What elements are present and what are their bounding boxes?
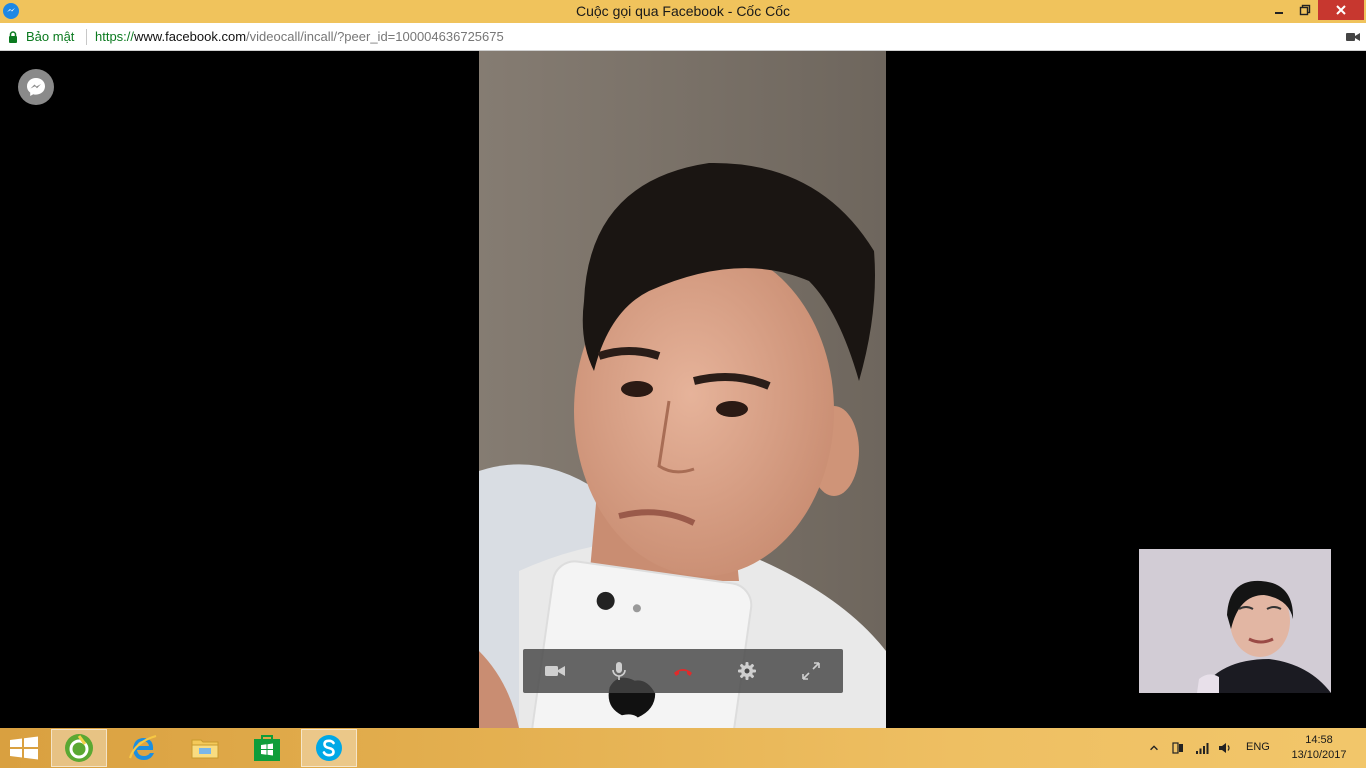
lock-icon	[9, 31, 17, 43]
taskbar: ENG 14:58 13/10/2017	[0, 728, 1366, 768]
camera-icon[interactable]	[1346, 32, 1360, 42]
fullscreen-button[interactable]	[799, 659, 823, 683]
restore-button[interactable]	[1292, 0, 1318, 20]
tray-volume[interactable]	[1218, 728, 1234, 768]
taskbar-file-explorer[interactable]	[177, 729, 233, 767]
speaker-icon	[1219, 743, 1230, 753]
video-toggle-button[interactable]	[543, 659, 567, 683]
taskbar-skype[interactable]	[301, 729, 357, 767]
url-text[interactable]: https://www.facebook.com/videocall/incal…	[95, 29, 504, 44]
chevron-up-icon	[1150, 745, 1158, 751]
self-participant-image	[1139, 549, 1331, 693]
clock-date: 13/10/2017	[1291, 749, 1347, 761]
microphone-icon	[612, 662, 626, 680]
folder-icon	[191, 739, 219, 759]
url-domain: www.facebook.com	[134, 29, 247, 44]
url-path: /videocall/incall/?peer_id=1000046367256…	[246, 29, 504, 44]
messenger-icon	[18, 69, 54, 105]
windows-start-icon[interactable]	[8, 736, 40, 760]
window-title: Cuộc gọi qua Facebook - Cốc Cốc	[576, 3, 790, 19]
video-call-area	[0, 51, 1366, 728]
close-button[interactable]	[1318, 0, 1364, 20]
taskbar-store[interactable]	[239, 729, 295, 767]
address-bar[interactable]: Bảo mật https://www.facebook.com/videoca…	[0, 23, 1366, 51]
signal-bars-icon	[1196, 743, 1209, 754]
minimize-button[interactable]	[1266, 0, 1292, 20]
minimize-icon	[1275, 12, 1283, 14]
hang-up-icon	[674, 669, 692, 676]
restore-icon	[1299, 4, 1311, 16]
address-divider	[86, 29, 87, 45]
window-titlebar: Cuộc gọi qua Facebook - Cốc Cốc	[0, 0, 1366, 23]
store-icon	[254, 735, 280, 761]
taskbar-coccoc[interactable]	[51, 729, 107, 767]
skype-icon	[316, 735, 342, 761]
tray-overflow-button[interactable]	[1148, 728, 1160, 768]
close-icon	[1336, 5, 1346, 15]
clock-time: 14:58	[1305, 734, 1333, 746]
settings-button[interactable]	[735, 659, 759, 683]
power-plug-icon	[1172, 742, 1183, 754]
tray-power[interactable]	[1171, 728, 1187, 768]
ie-icon	[128, 734, 157, 760]
coccoc-browser-icon	[65, 734, 93, 762]
expand-icon	[802, 662, 820, 680]
security-label[interactable]: Bảo mật	[26, 29, 74, 44]
self-video-preview[interactable]	[1139, 549, 1331, 693]
mute-button[interactable]	[607, 659, 631, 683]
remote-participant-image	[479, 51, 886, 728]
video-camera-icon	[545, 666, 565, 676]
taskbar-internet-explorer[interactable]	[115, 729, 171, 767]
gear-icon	[738, 662, 756, 680]
url-scheme: https://	[95, 29, 135, 44]
end-call-button[interactable]	[671, 659, 695, 683]
input-language[interactable]: ENG	[1246, 741, 1270, 753]
call-controls-bar	[523, 649, 843, 693]
clock[interactable]: 14:58 13/10/2017	[1284, 733, 1354, 763]
remote-video-feed	[479, 51, 886, 728]
tray-network[interactable]	[1195, 728, 1211, 768]
